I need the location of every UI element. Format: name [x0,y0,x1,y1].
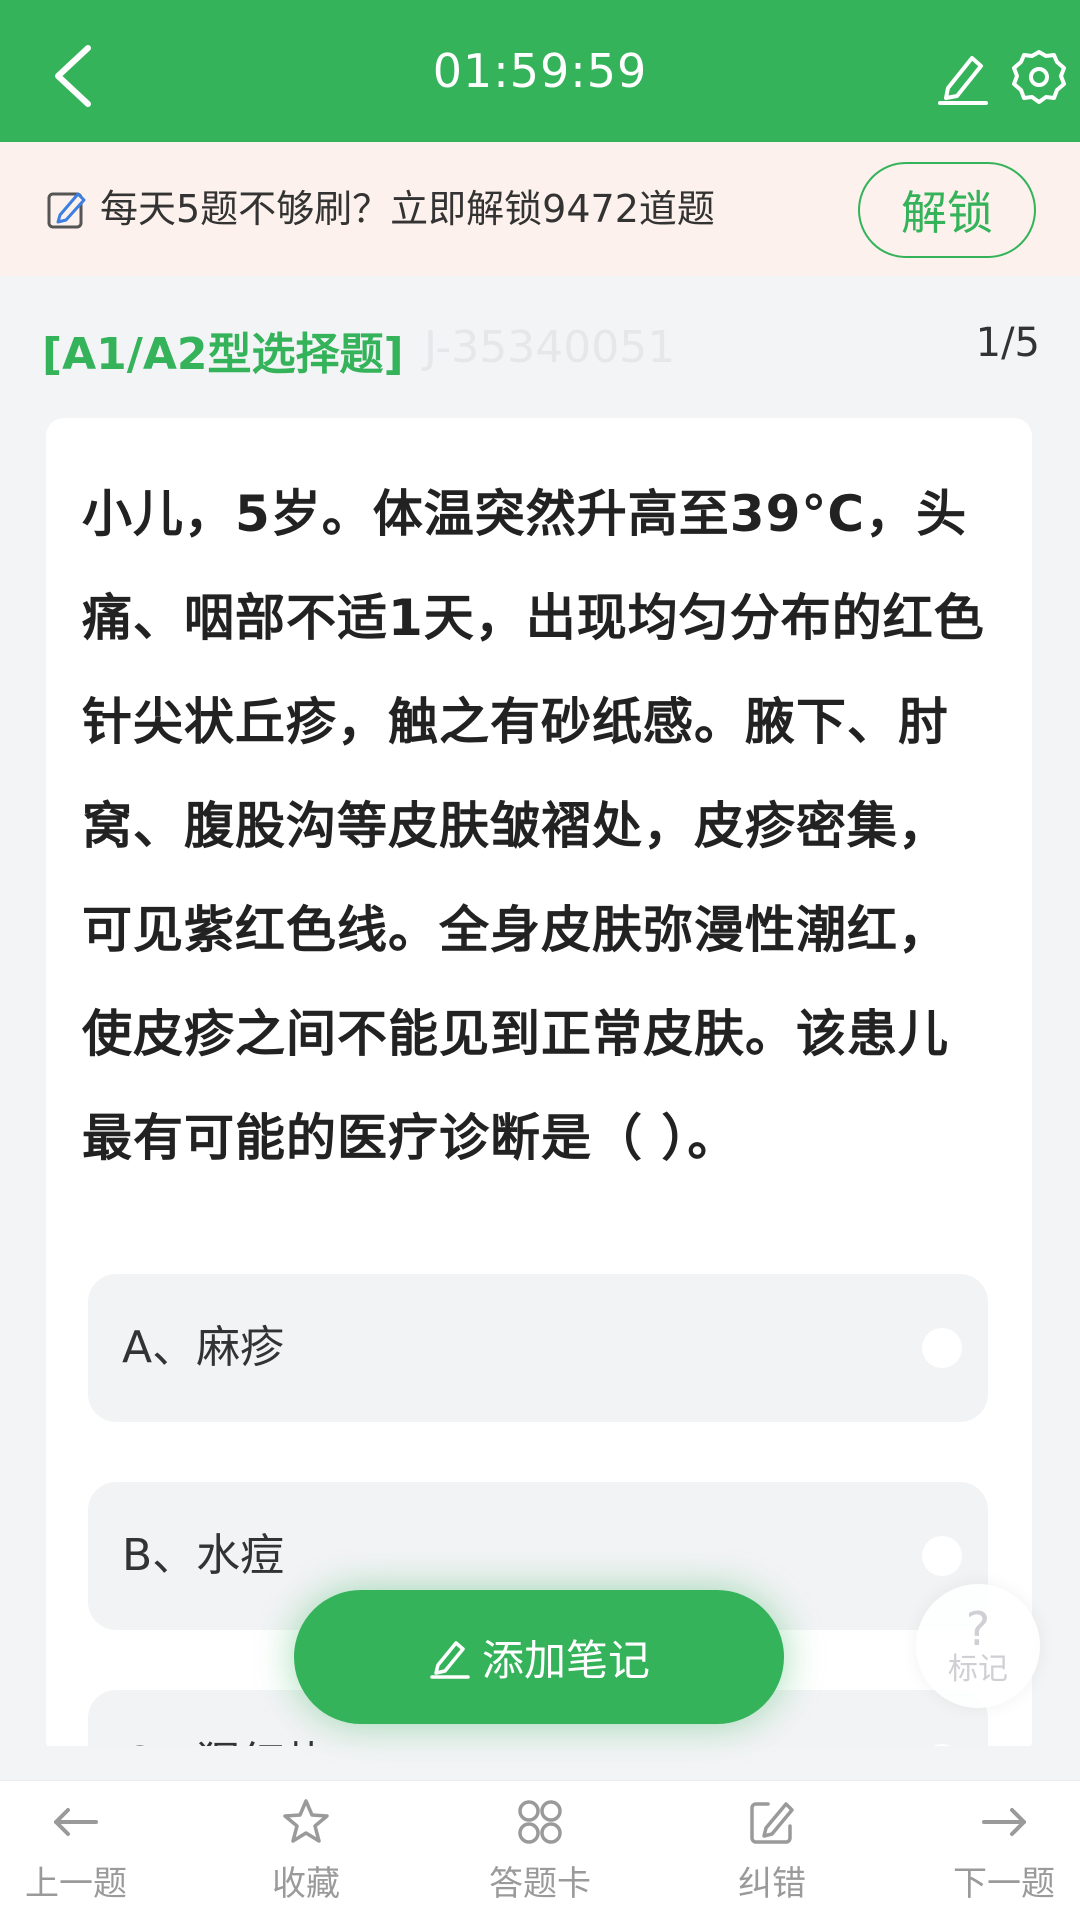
question-progress: 1/5 [975,320,1040,366]
pen-icon [938,56,988,105]
add-note-label: 添加笔记 [481,1635,650,1685]
tab-answer-card[interactable]: 答题卡 [450,1796,630,1916]
star-icon [283,1799,329,1843]
tab-next[interactable]: 下一题 [914,1796,1080,1916]
stem-line: 小儿，5岁。体温突然升高至39°C，头 [82,485,968,543]
stem-line: 针尖状丘疹，触之有砂纸感。腋下、肘 [82,693,949,751]
stem-line: 最有可能的医疗诊断是（ ）。 [82,1109,739,1167]
tab-previous[interactable]: 上一题 [0,1796,166,1916]
top-header: 01:59:59 [0,0,1080,142]
option-label: A、麻疹 [122,1322,285,1373]
option-label: B、水痘 [122,1530,285,1581]
tab-label: 上一题 [25,1864,127,1904]
mark-button[interactable]: ? 标记 [916,1584,1040,1708]
arrow-right-icon [982,1808,1026,1836]
edit-note-icon [47,192,86,229]
radio-circle-icon[interactable] [922,1536,962,1576]
unlock-button[interactable]: 解锁 [858,162,1036,258]
pen-button[interactable] [934,46,992,106]
gear-icon [1012,50,1066,104]
stem-line: 痛、咽部不适1天，出现均匀分布的红色 [82,589,985,647]
grid-icon [518,1800,562,1844]
promo-text: 每天5题不够刷？立即解锁9472道题 [100,187,715,231]
countdown-timer: 01:59:59 [432,44,648,98]
arrow-left-icon [54,1808,98,1836]
tab-label: 纠错 [738,1864,806,1904]
pen-icon [430,1641,470,1679]
settings-button[interactable] [1010,48,1068,106]
content-bottom-edge [0,1746,1080,1780]
tab-report-error[interactable]: 纠错 [682,1796,862,1916]
stem-line: 可见紫红色线。全身皮肤弥漫性潮红， [82,901,949,959]
tab-label: 下一题 [953,1864,1055,1904]
tab-label: 答题卡 [489,1864,591,1904]
chevron-left-icon [55,45,91,107]
radio-circle-icon[interactable] [922,1328,962,1368]
question-type-label: [A1/A2型选择题] [42,329,404,380]
tab-label: 收藏 [272,1864,340,1904]
back-button[interactable] [40,36,110,116]
question-mark-icon: ? [965,1602,991,1656]
stem-line: 窝、腹股沟等皮肤皱褶处，皮疹密集， [82,797,949,855]
edit-icon [750,1802,794,1844]
option-a[interactable]: A、麻疹 [88,1274,988,1422]
add-note-button[interactable]: 添加笔记 [294,1590,784,1724]
mark-label: 标记 [948,1652,1008,1687]
question-stem: 小儿，5岁。体温突然升高至39°C，头 痛、咽部不适1天，出现均匀分布的红色 针… [82,462,1002,1190]
stem-line: 使皮疹之间不能见到正常皮肤。该患儿 [82,1005,949,1063]
question-id: J-35340051 [424,322,676,373]
tab-favorite[interactable]: 收藏 [216,1796,396,1916]
